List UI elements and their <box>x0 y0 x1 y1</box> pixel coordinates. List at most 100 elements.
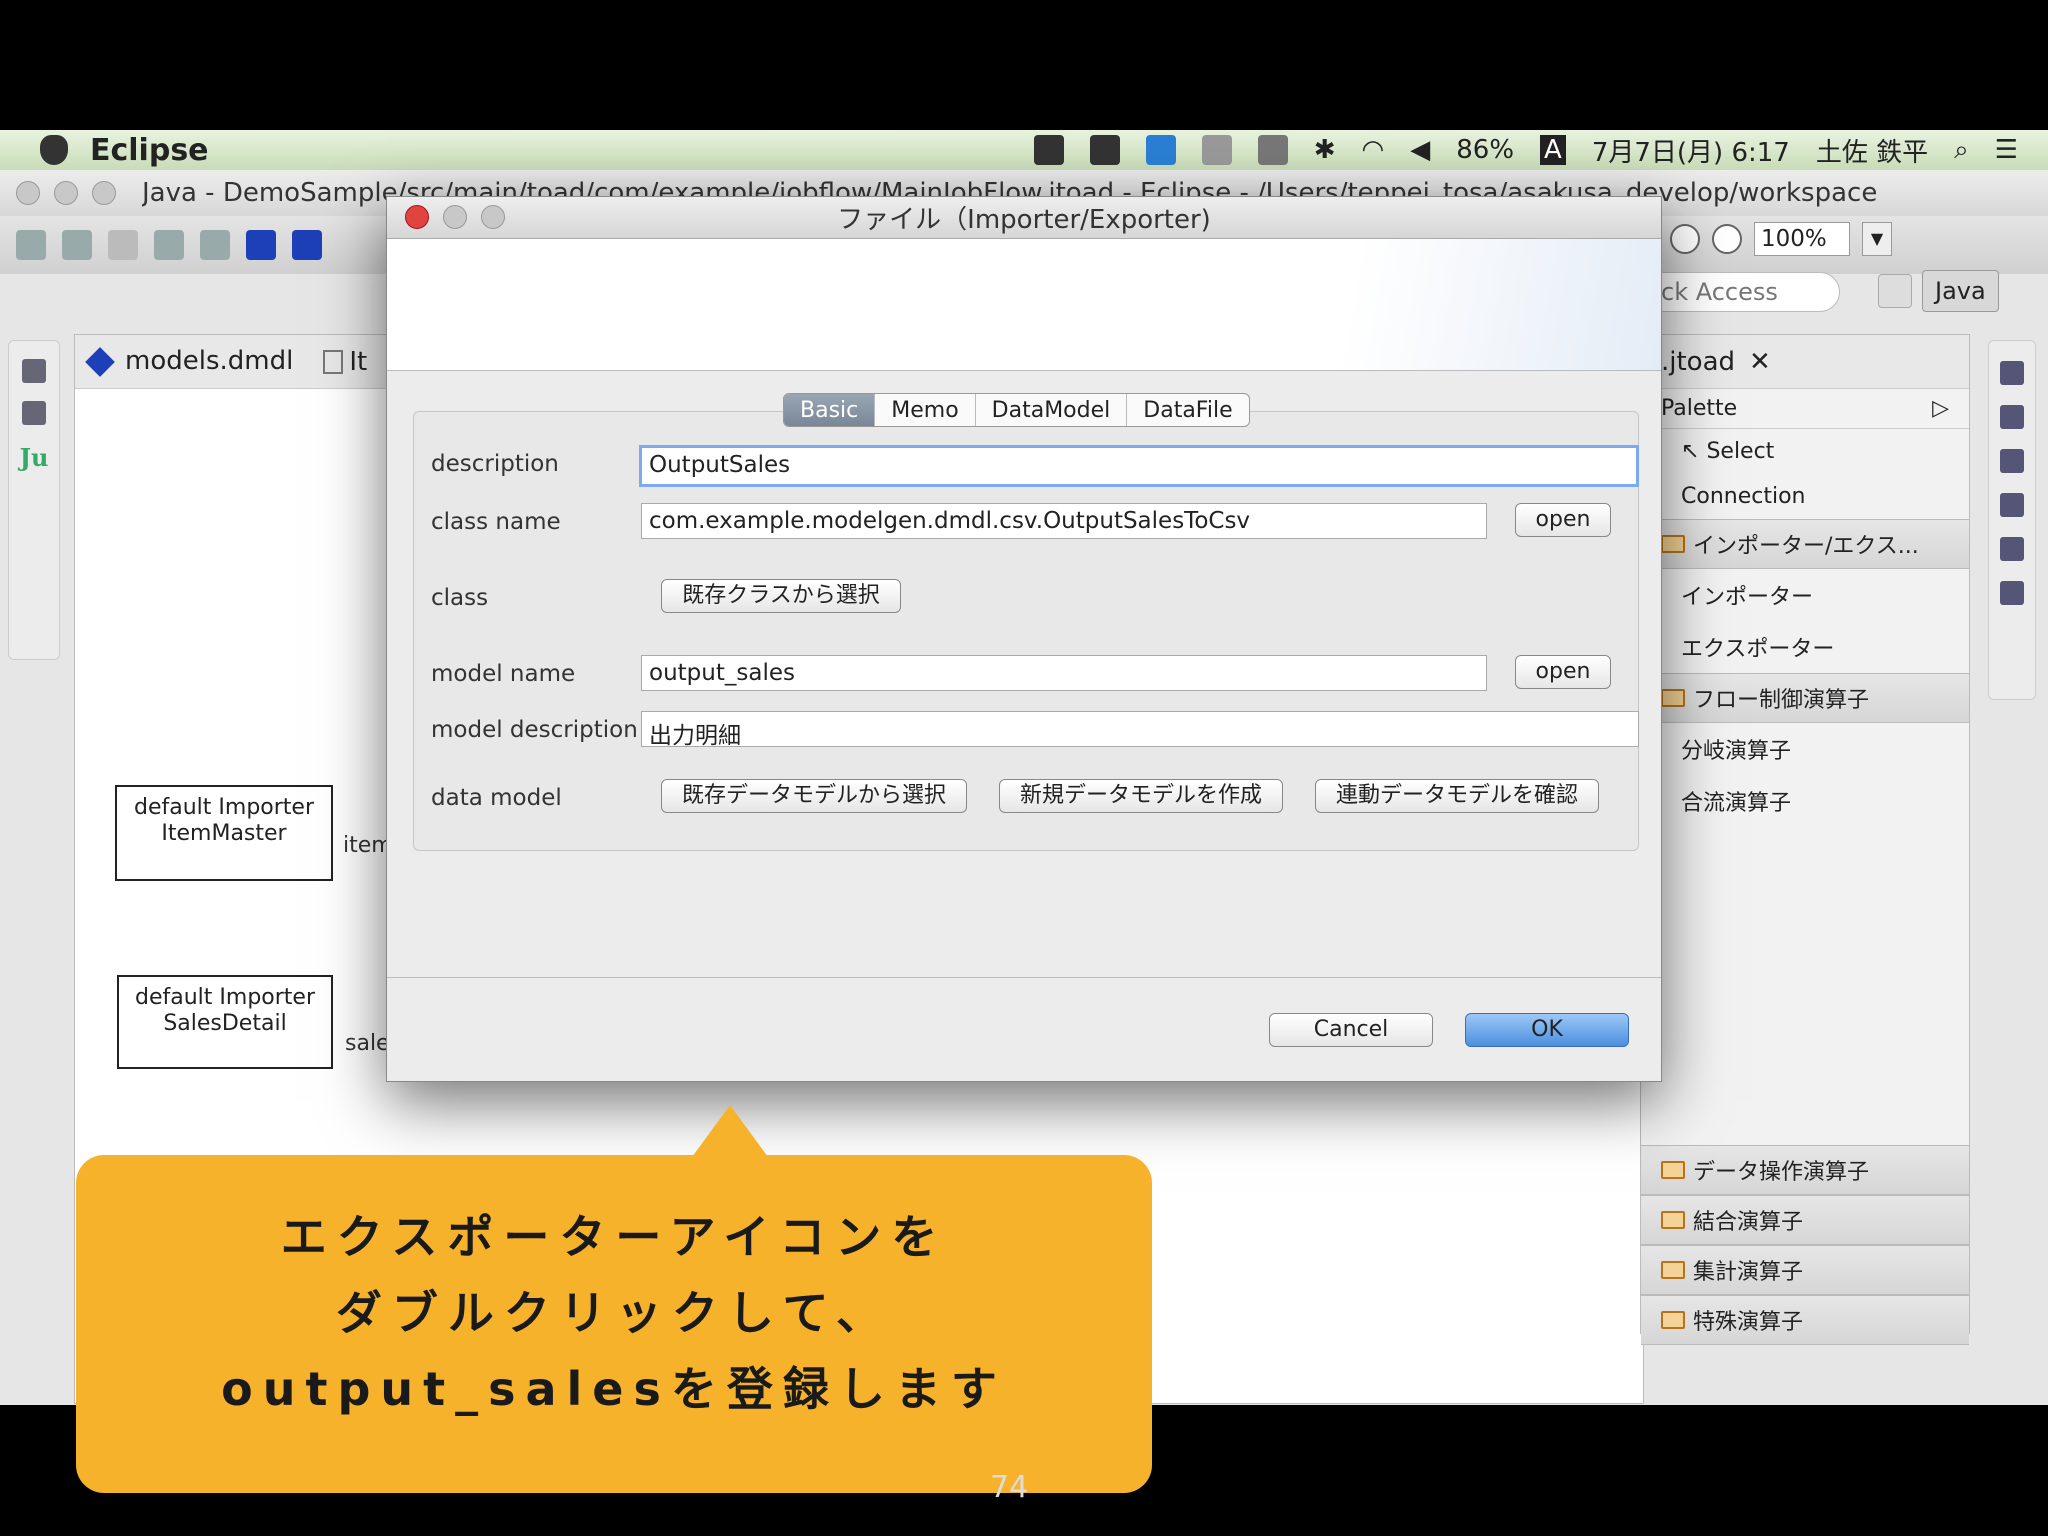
tab-models-dmdl[interactable]: models.dmdl <box>85 346 293 377</box>
palette-header[interactable]: Palette ▷ <box>1641 389 1969 429</box>
palette-drawer[interactable]: データ操作演算子 <box>1641 1145 1969 1195</box>
palette-drawer[interactable]: 集計演算子 <box>1641 1245 1969 1295</box>
edge-label: sale <box>345 1031 390 1056</box>
palette-tool-select[interactable]: ↖ Select <box>1641 429 1969 474</box>
evernote-icon[interactable] <box>1033 135 1064 165</box>
palette-item-importer[interactable]: インポーター <box>1641 569 1969 621</box>
palette-item-branch[interactable]: 分岐演算子 <box>1641 723 1969 775</box>
java-perspective-button[interactable]: Java <box>1922 270 1999 312</box>
javadoc-icon[interactable] <box>2000 493 2024 517</box>
description-field[interactable]: OutputSales <box>639 445 1639 487</box>
minimize-dialog-button[interactable] <box>443 205 467 229</box>
dmdl-compile-icon[interactable] <box>292 230 322 260</box>
right-trim-bar <box>1988 340 2036 700</box>
cancel-button[interactable]: Cancel <box>1269 1013 1433 1047</box>
zoom-dialog-button[interactable] <box>481 205 505 229</box>
data-model-label: data model <box>431 785 562 811</box>
save-icon[interactable] <box>108 230 138 260</box>
open-class-button[interactable]: open <box>1515 503 1611 537</box>
drawer-label: 集計演算子 <box>1693 1260 1804 1285</box>
restore-icon[interactable] <box>2000 361 2024 385</box>
dialog-window-controls <box>405 205 505 229</box>
save-all-icon[interactable] <box>154 230 184 260</box>
clock[interactable]: 7月7日(月) 6:17 <box>1592 132 1790 169</box>
footer-divider <box>387 977 1661 978</box>
tab-datamodel[interactable]: DataModel <box>976 394 1128 426</box>
notification-icon[interactable] <box>1201 135 1232 165</box>
folder-icon <box>1661 689 1685 707</box>
restore-icon[interactable] <box>22 359 46 383</box>
minimize-window-button[interactable] <box>54 181 78 205</box>
palette-item-confluent[interactable]: 合流演算子 <box>1641 775 1969 827</box>
quick-access-field[interactable]: ck Access <box>1640 272 1840 312</box>
apple-icon[interactable] <box>40 135 68 165</box>
problems-icon[interactable] <box>2000 449 2024 473</box>
console-icon[interactable] <box>2000 581 2024 605</box>
close-dialog-button[interactable] <box>405 205 429 229</box>
bluetooth-icon[interactable]: ✱ <box>1314 135 1336 165</box>
perspective-switcher: Java <box>1878 270 1999 312</box>
spotlight-search-icon[interactable]: ⌕ <box>1954 135 1969 166</box>
new-icon[interactable] <box>16 230 46 260</box>
model-name-label: model name <box>431 661 576 687</box>
class-name-field[interactable]: com.example.modelgen.dmdl.csv.OutputSale… <box>641 503 1487 539</box>
hierarchy-icon[interactable] <box>22 401 46 425</box>
zoom-window-button[interactable] <box>92 181 116 205</box>
print-icon[interactable] <box>200 230 230 260</box>
input-method-indicator[interactable]: A <box>1540 135 1566 165</box>
importer-node-salesdetail[interactable]: default Importer SalesDetail <box>117 975 333 1069</box>
drive-icon[interactable] <box>1089 135 1120 165</box>
importer-node-itemmaster[interactable]: default Importer ItemMaster <box>115 785 333 881</box>
description-label: description <box>431 451 559 477</box>
callout-line: エクスポーターアイコンを <box>280 1210 948 1264</box>
close-window-button[interactable] <box>16 181 40 205</box>
dialog-title-bar: ファイル（Importer/Exporter) <box>387 197 1661 239</box>
model-name-field[interactable]: output_sales <box>641 655 1487 691</box>
tab-basic[interactable]: Basic <box>784 394 876 426</box>
tab-item[interactable]: It <box>323 347 367 377</box>
dropbox-icon[interactable] <box>1145 135 1176 165</box>
open-model-button[interactable]: open <box>1515 655 1611 689</box>
volume-icon[interactable]: ◀ <box>1410 135 1430 165</box>
declaration-icon[interactable] <box>2000 537 2024 561</box>
ok-button[interactable]: OK <box>1465 1013 1629 1047</box>
check-linked-model-button[interactable]: 連動データモデルを確認 <box>1315 779 1599 813</box>
create-new-model-button[interactable]: 新規データモデルを作成 <box>999 779 1283 813</box>
palette-drawer-io[interactable]: インポーター/エクス... <box>1641 519 1969 569</box>
zoom-dropdown-icon[interactable]: ▼ <box>1862 222 1892 256</box>
new-wizard-icon[interactable] <box>62 230 92 260</box>
palette-menu-icon[interactable]: ▷ <box>1932 396 1949 421</box>
time-machine-icon[interactable] <box>1257 135 1288 165</box>
status-area: ✱ ◠ ◀ 86% A 7月7日(月) 6:17 土佐 鉄平 ⌕ ☰ <box>1033 130 2018 170</box>
drawer-label: 特殊演算子 <box>1693 1310 1804 1335</box>
user-name[interactable]: 土佐 鉄平 <box>1816 132 1928 169</box>
palette-item-exporter[interactable]: エクスポーター <box>1641 621 1969 673</box>
select-existing-class-button[interactable]: 既存クラスから選択 <box>661 579 901 613</box>
tab-datafile[interactable]: DataFile <box>1127 394 1248 426</box>
notification-center-icon[interactable]: ☰ <box>1995 135 2018 165</box>
zoom-out-icon[interactable] <box>1712 224 1742 254</box>
select-existing-model-button[interactable]: 既存データモデルから選択 <box>661 779 967 813</box>
junit-icon[interactable]: Ju <box>9 443 59 472</box>
zoom-level-field[interactable]: 100% <box>1754 222 1850 256</box>
battery-status[interactable]: 86% <box>1456 135 1514 165</box>
palette-tool-connection[interactable]: Connection <box>1641 474 1969 519</box>
wifi-icon[interactable]: ◠ <box>1362 135 1385 165</box>
palette-editor-tab[interactable]: .jtoad ✕ <box>1641 335 1969 389</box>
palette-drawer-flow[interactable]: フロー制御演算子 <box>1641 673 1969 723</box>
zoom-in-icon[interactable] <box>1670 224 1700 254</box>
palette-drawer[interactable]: 特殊演算子 <box>1641 1295 1969 1345</box>
model-description-field[interactable]: 出力明細 <box>641 711 1639 747</box>
folder-icon <box>1661 1161 1685 1179</box>
app-name[interactable]: Eclipse <box>90 133 209 168</box>
close-tab-icon[interactable]: ✕ <box>1749 347 1771 377</box>
callout-pointer <box>692 1105 768 1157</box>
dmdl-icon[interactable] <box>246 230 276 260</box>
palette-drawer[interactable]: 結合演算子 <box>1641 1195 1969 1245</box>
open-perspective-icon[interactable] <box>1878 274 1912 308</box>
class-label: class <box>431 585 489 611</box>
outline-icon[interactable] <box>2000 405 2024 429</box>
tool-label: Select <box>1706 439 1775 464</box>
drawer-label: フロー制御演算子 <box>1693 688 1870 713</box>
tab-memo[interactable]: Memo <box>875 394 976 426</box>
